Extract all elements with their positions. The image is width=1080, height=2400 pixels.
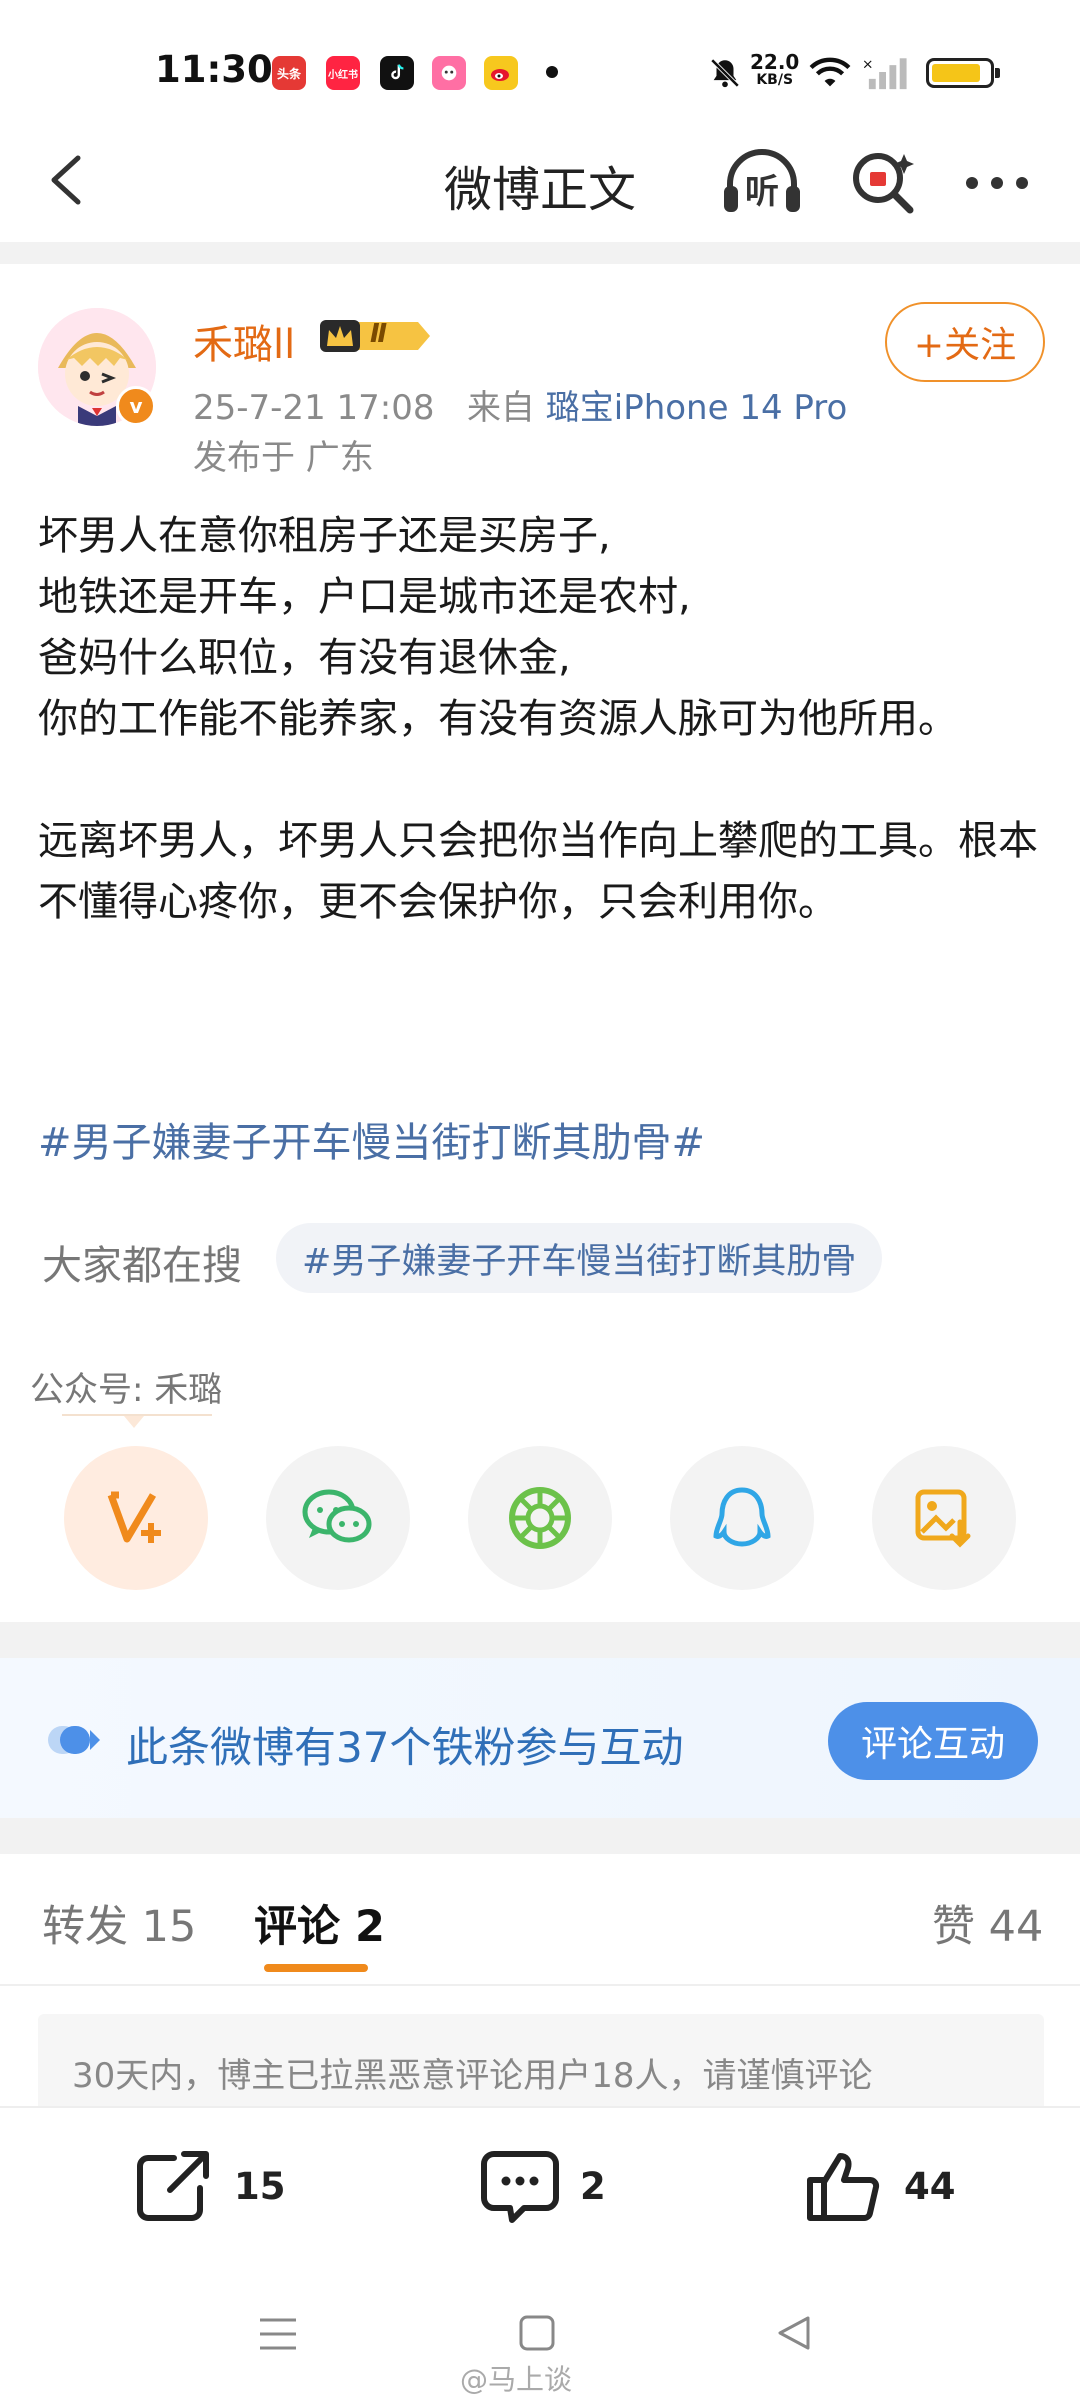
post-source[interactable]: 璐宝iPhone 14 Pro xyxy=(546,388,848,428)
back-nav-button[interactable] xyxy=(776,2314,812,2356)
network-speed: 22.0 KB/S xyxy=(750,52,799,88)
app-icon-pink xyxy=(432,56,466,90)
more-dots-icon xyxy=(966,177,1028,189)
more-button[interactable] xyxy=(962,168,1032,198)
page-title: 微博正文 xyxy=(443,162,636,218)
trending-search-label: 大家都在搜 xyxy=(42,1243,242,1289)
post-time: 25-7-21 17:08 xyxy=(193,388,435,428)
comment-notice: 30天内，博主已拉黑恶意评论用户18人，请谨慎评论 xyxy=(38,2014,1044,2114)
battery-icon xyxy=(926,58,1000,88)
status-bar: 11:30 头条 小红书 22.0 KB/S × xyxy=(0,0,1080,120)
share-arrow-icon xyxy=(137,2151,209,2221)
svg-text:×: × xyxy=(862,57,873,73)
toutiao-app-icon: 头条 xyxy=(272,56,306,90)
menu-icon xyxy=(260,2318,296,2350)
notification-dot xyxy=(546,66,558,78)
comment-button[interactable]: 2 xyxy=(480,2148,606,2224)
repost-button[interactable]: 15 xyxy=(134,2148,286,2224)
listen-button[interactable]: 听 xyxy=(720,146,804,218)
section-gap xyxy=(0,1622,1080,1658)
weibo-app-icon xyxy=(484,56,518,90)
wifi-icon xyxy=(808,54,852,94)
share-weibo-button[interactable] xyxy=(64,1446,208,1590)
top-nav: 微博正文 听 xyxy=(0,120,1080,242)
comment-interact-button[interactable]: 评论互动 xyxy=(828,1702,1038,1780)
xiaohongshu-app-icon: 小红书 xyxy=(326,56,360,90)
save-image-button[interactable] xyxy=(872,1446,1016,1590)
speed-unit: KB/S xyxy=(756,72,794,88)
username[interactable]: 禾璐ll xyxy=(193,312,295,370)
moments-icon xyxy=(509,1487,571,1549)
home-nav-button[interactable] xyxy=(518,2314,556,2356)
battery-cap xyxy=(995,68,1000,78)
mute-icon xyxy=(708,56,742,94)
public-account-pointer xyxy=(124,1416,144,1428)
save-image-icon xyxy=(915,1489,971,1548)
search-icon xyxy=(853,153,914,214)
repost-count: 15 xyxy=(234,2164,286,2208)
like-button[interactable]: 44 xyxy=(804,2148,956,2224)
share-wechat-button[interactable] xyxy=(266,1446,410,1590)
share-qq-button[interactable] xyxy=(670,1446,814,1590)
member-level-badge[interactable]: Ⅱ xyxy=(318,316,432,356)
comment-bubble-icon xyxy=(481,2151,559,2223)
active-tab-indicator xyxy=(264,1964,368,1972)
fans-banner-text: 此条微博有37个铁粉参与互动 xyxy=(126,1723,684,1772)
member-level-text: Ⅱ xyxy=(370,319,388,349)
status-time: 11:30 xyxy=(155,48,273,91)
section-gap xyxy=(0,1818,1080,1854)
listen-label: 听 xyxy=(745,172,779,212)
search-button[interactable] xyxy=(848,148,918,218)
tab-like[interactable]: 赞 44 xyxy=(932,1892,1043,1954)
section-gap xyxy=(0,242,1080,264)
tab-repost[interactable]: 转发 15 xyxy=(42,1892,196,1954)
watermark: @马上谈 xyxy=(460,2363,573,2396)
like-count: 44 xyxy=(904,2164,956,2208)
speed-value: 22.0 xyxy=(750,50,800,74)
post-source-prefix: 来自 xyxy=(466,388,535,428)
fans-banner-icon xyxy=(46,1720,102,1764)
weibo-share-icon xyxy=(107,1491,161,1543)
back-triangle-icon xyxy=(778,2316,810,2350)
battery-fill xyxy=(932,64,980,82)
divider xyxy=(0,1984,1080,1986)
qq-icon xyxy=(713,1487,771,1547)
comment-notice-text: 30天内，博主已拉黑恶意评论用户18人，请谨慎评论 xyxy=(72,2056,873,2096)
post-meta: 25-7-21 17:08 来自 璐宝iPhone 14 Pro xyxy=(193,380,847,429)
share-moments-button[interactable] xyxy=(468,1446,612,1590)
verified-badge: v xyxy=(116,386,156,426)
topic-link[interactable]: #男子嫌妻子开车慢当街打断其肋骨# xyxy=(38,1110,705,1168)
post-location: 发布于 广东 xyxy=(193,438,374,478)
tiktok-app-icon xyxy=(380,56,414,90)
comment-count: 2 xyxy=(580,2164,606,2208)
thumbs-up-icon xyxy=(807,2153,880,2221)
tab-comment[interactable]: 评论 2 xyxy=(254,1892,385,1954)
post-body: 坏男人在意你租房子还是买房子, 地铁还是开车，户口是城市还是农村, 爸妈什么职位… xyxy=(38,513,1038,925)
follow-button[interactable]: +关注 xyxy=(885,302,1045,382)
menu-nav-button[interactable] xyxy=(258,2316,298,2356)
wechat-icon xyxy=(302,1489,372,1543)
trending-search-chip[interactable]: #男子嫌妻子开车慢当街打断其肋骨 xyxy=(276,1223,883,1293)
public-account-label: 公众号: 禾璐 xyxy=(30,1370,223,1410)
home-square-icon xyxy=(519,2315,555,2351)
cellular-signal-icon: × xyxy=(862,54,910,94)
